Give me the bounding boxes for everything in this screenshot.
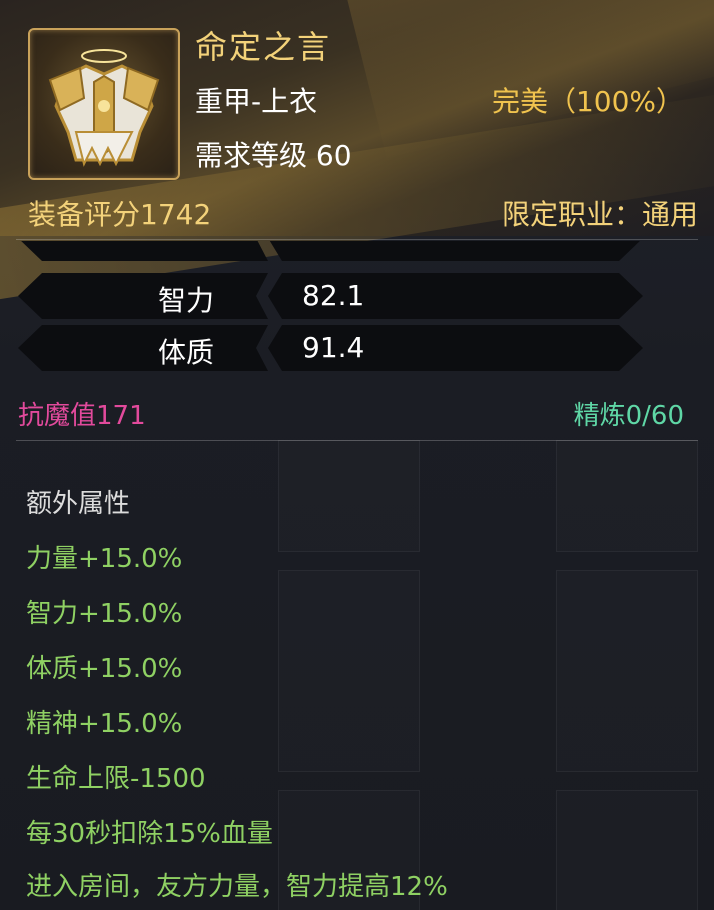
stat-row-clipped: [18, 241, 643, 261]
item-icon-frame: [28, 28, 180, 180]
item-name: 命定之言: [195, 28, 332, 66]
stat-name: 智力: [158, 284, 215, 317]
class-restriction: 限定职业：通用: [501, 198, 698, 231]
background-cell: [556, 440, 698, 552]
item-tooltip-panel: 命定之言 重甲-上衣 需求等级 60 完美（100%） 装备评分1742 限定职…: [0, 0, 714, 910]
equipment-score: 装备评分1742: [28, 198, 212, 231]
extra-attribute: 进入房间，友方力量，智力提高12%: [26, 872, 448, 902]
divider: [16, 440, 698, 441]
divider: [16, 239, 698, 240]
required-level: 需求等级 60: [195, 139, 352, 172]
background-cell: [278, 570, 420, 772]
extra-attribute: 精神+15.0%: [26, 709, 183, 739]
stat-value: 91.4: [302, 331, 365, 364]
background-cell: [556, 790, 698, 910]
extra-attribute: 体质+15.0%: [26, 654, 183, 684]
stat-row-intelligence: 智力 82.1: [18, 273, 643, 319]
extra-attributes-title: 额外属性: [26, 489, 131, 519]
background-cell: [556, 570, 698, 772]
background-cell: [278, 440, 420, 552]
stat-row-constitution: 体质 91.4: [18, 325, 643, 371]
extra-attribute: 生命上限-1500: [26, 764, 206, 794]
stat-label-background: [18, 273, 268, 319]
stat-name: 体质: [158, 336, 215, 369]
stat-label-background: [18, 325, 268, 371]
extra-attribute: 每30秒扣除15%血量: [26, 819, 273, 849]
stat-value: 82.1: [302, 279, 365, 312]
extra-attribute: 智力+15.0%: [26, 599, 183, 629]
extra-attribute: 力量+15.0%: [26, 544, 183, 574]
item-quality: 完美（100%）: [491, 85, 684, 118]
refine-level: 精炼0/60: [573, 401, 684, 431]
magic-resistance: 抗魔值171: [18, 401, 146, 431]
golden-chest-armor-icon: [48, 49, 160, 167]
item-type: 重甲-上衣: [195, 85, 318, 118]
